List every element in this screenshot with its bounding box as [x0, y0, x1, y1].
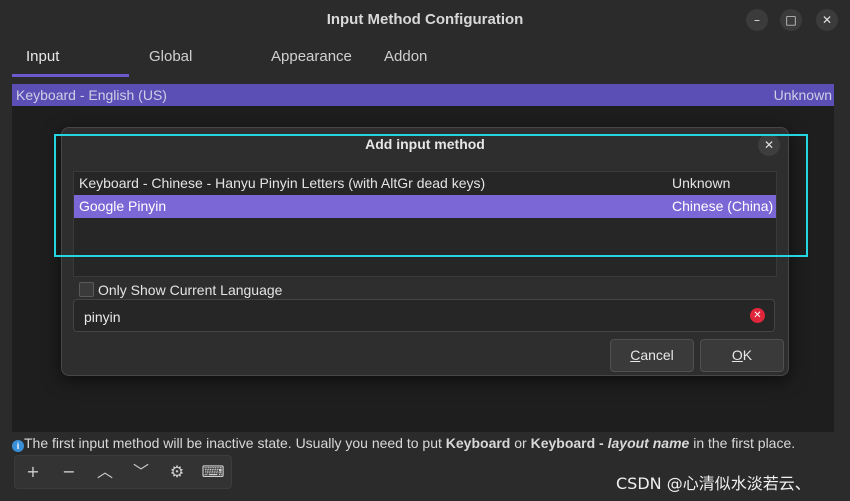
cancel-label: ancel [640, 347, 674, 363]
cancel-button[interactable]: Cancel [610, 339, 694, 372]
tab-global-config[interactable]: Global Config [147, 40, 194, 99]
info-layout-name: layout name [607, 435, 690, 451]
add-input-method-dialog: Add input method ✕ Keyboard - Chinese - … [61, 127, 789, 376]
tab-appearance[interactable]: Appearance [269, 40, 354, 74]
ok-button[interactable]: OK [700, 339, 784, 372]
info-icon: i [12, 440, 24, 452]
close-button[interactable]: ✕ [816, 9, 838, 31]
maximize-button[interactable]: □ [780, 9, 802, 31]
info-bold-keyboard: Keyboard [445, 435, 511, 451]
tab-addon[interactable]: Addon [382, 40, 429, 74]
move-up-icon[interactable]: ︿ [87, 456, 123, 488]
list-item-language: Unknown [672, 175, 731, 191]
list-item[interactable]: Keyboard - Chinese - Hanyu Pinyin Letter… [74, 172, 776, 195]
remove-icon[interactable]: − [51, 456, 87, 488]
ok-mnemonic: O [731, 347, 743, 363]
info-text: The first input method will be inactive … [24, 435, 446, 451]
search-input[interactable] [82, 300, 736, 333]
titlebar: Input Method Configuration – □ ✕ [0, 0, 850, 38]
active-tab-indicator [12, 74, 129, 77]
only-current-language-checkbox[interactable] [79, 282, 94, 297]
info-text-end: in the first place. [689, 435, 796, 451]
add-icon[interactable]: + [15, 456, 51, 488]
search-field: ✕ [73, 299, 775, 333]
clear-search-icon[interactable]: ✕ [750, 308, 765, 323]
input-method-row[interactable]: Keyboard - English (US) Unknown [12, 84, 834, 106]
tab-input-method[interactable]: Input Method [24, 40, 78, 99]
move-down-icon[interactable]: ﹀ [123, 456, 159, 488]
input-method-name: Keyboard - English (US) [16, 87, 167, 103]
minimize-button[interactable]: – [746, 9, 768, 31]
watermark: CSDN @心清似水淡若云、 [616, 474, 811, 493]
input-method-toolbar: + − ︿ ﹀ ⚙ ⌨ [14, 455, 232, 489]
only-current-language-label: Only Show Current Language [98, 282, 283, 298]
available-input-method-list[interactable]: Keyboard - Chinese - Hanyu Pinyin Letter… [73, 171, 777, 277]
cancel-mnemonic: C [630, 347, 641, 363]
window-title: Input Method Configuration [326, 11, 524, 28]
ok-label: K [742, 347, 753, 363]
configure-icon[interactable]: ⚙ [159, 456, 195, 488]
info-message: i The first input method will be inactive… [12, 433, 795, 453]
keyboard-layout-icon[interactable]: ⌨ [195, 456, 231, 488]
info-text-or: or [510, 435, 531, 451]
list-item-language: Chinese (China) [672, 198, 774, 214]
dialog-title: Add input method [365, 136, 485, 152]
info-bold-keyboard-dash: Keyboard - [530, 435, 608, 451]
list-item-name: Keyboard - Chinese - Hanyu Pinyin Letter… [79, 175, 486, 191]
dialog-close-button[interactable]: ✕ [758, 134, 780, 156]
list-item-name: Google Pinyin [79, 198, 167, 214]
list-item-selected[interactable]: Google Pinyin Chinese (China) [74, 195, 776, 218]
input-method-language: Unknown [773, 87, 832, 103]
